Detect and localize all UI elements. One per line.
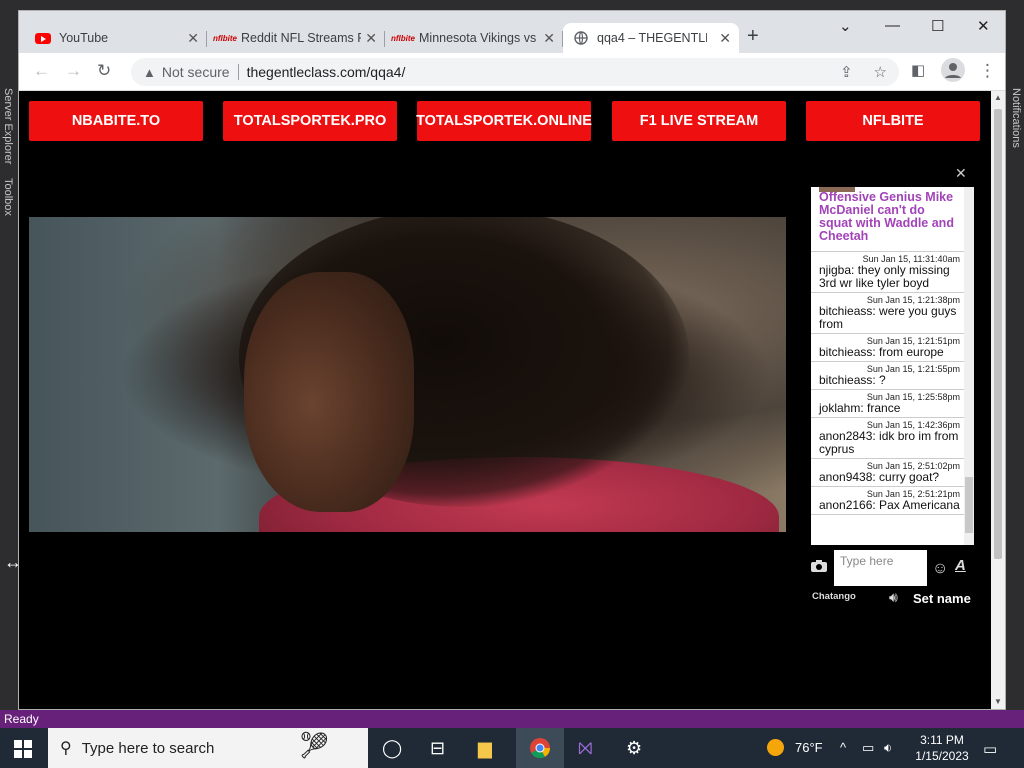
tab-title: Minnesota Vikings vs — [419, 31, 537, 45]
scroll-down-icon[interactable]: ▼ — [994, 697, 1002, 706]
network-icon[interactable]: ▭ — [862, 740, 874, 756]
chrome-taskbar-button[interactable] — [516, 728, 564, 768]
chrome-window: YouTube ✕ nflbite Reddit NFL Streams F ✕… — [18, 10, 1006, 710]
warning-icon[interactable]: ▲ — [143, 65, 156, 80]
chat-close-icon[interactable]: ✕ — [955, 165, 967, 182]
tab-youtube[interactable]: YouTube ✕ — [25, 23, 207, 53]
tab-vikings[interactable]: nflbite Minnesota Vikings vs ✕ — [385, 23, 563, 53]
chat-message: Sun Jan 15, 1:21:55pm bitchieass: ? — [811, 362, 968, 390]
forward-icon[interactable]: → — [65, 61, 82, 81]
security-label[interactable]: Not secure — [162, 64, 230, 80]
set-name-button[interactable]: Set name — [913, 591, 971, 606]
youtube-icon — [35, 30, 51, 46]
close-tab-icon[interactable]: ✕ — [543, 30, 555, 47]
chat-headline[interactable]: Offensive Genius Mike McDaniel can't do … — [811, 187, 968, 252]
profile-icon[interactable] — [941, 58, 965, 87]
tab-title: YouTube — [59, 31, 109, 45]
omnibox-actions: ⇪ ☆ — [840, 63, 887, 81]
visual-studio-icon[interactable]: ⨝ — [578, 738, 593, 759]
back-icon[interactable]: ← — [33, 61, 50, 81]
nav-nbabite-button[interactable]: NBABITE.TO — [29, 101, 203, 141]
chat-message: Sun Jan 15, 1:42:36pm anon2843: idk bro i… — [811, 418, 968, 459]
windows-start-icon[interactable] — [14, 740, 32, 758]
url-text[interactable]: thegentleclass.com/qqa4/ — [247, 64, 406, 80]
speaker-icon[interactable]: 🔊︎ — [889, 589, 898, 606]
video-frame-face — [244, 272, 414, 512]
task-view-icon[interactable]: ◯ — [382, 738, 402, 759]
side-panel-icon[interactable]: ◧ — [911, 61, 925, 79]
chat-input[interactable]: Type here — [834, 550, 927, 586]
volume-icon[interactable]: 🔉︎ — [884, 740, 892, 756]
chat-scrollbar[interactable] — [964, 187, 974, 545]
server-explorer-label[interactable]: Server Explorer — [2, 88, 14, 164]
nflbite-icon: nflbite — [213, 33, 237, 43]
nav-totalsportek-online-button[interactable]: TOTALSPORTEK.ONLINE — [416, 101, 592, 141]
close-window-icon[interactable]: ✕ — [977, 17, 990, 35]
camera-icon[interactable] — [810, 559, 828, 578]
tab-qqa4[interactable]: qqa4 – THEGENTLECL ✕ — [563, 23, 739, 53]
headline-thumbnail — [819, 187, 855, 192]
status-text: Ready — [4, 712, 39, 726]
font-style-button[interactable]: A — [955, 557, 966, 574]
tab-title: Reddit NFL Streams F — [241, 31, 361, 45]
scroll-thumb[interactable] — [994, 109, 1002, 559]
settings-icon[interactable]: ⚙ — [626, 738, 642, 759]
nav-nflbite-button[interactable]: NFLBITE — [806, 101, 980, 141]
emoji-icon[interactable]: ☺ — [932, 560, 948, 578]
system-clock[interactable]: 3:11 PM 1/15/2023 — [912, 732, 972, 764]
vs-right-panel: Notifications — [1006, 0, 1024, 710]
bookmark-star-icon[interactable]: ☆ — [874, 64, 887, 81]
web-page: NBABITE.TO TOTALSPORTEK.PRO TOTALSPORTEK… — [19, 91, 991, 709]
temperature[interactable]: 76°F — [795, 740, 823, 755]
chatango-logo[interactable]: Chatango — [812, 591, 856, 602]
chat-message: Sun Jan 15, 11:31:40am njigba: they only … — [811, 252, 968, 293]
chat-message: Sun Jan 15, 1:25:58pm joklahm: france — [811, 390, 968, 418]
tennis-racket-icon: 🎾︎ — [298, 730, 332, 760]
chat-message: Sun Jan 15, 2:51:02pm anon9438: curry goa… — [811, 459, 968, 487]
desktop: { "host": { "left_panel_labels": ["Serve… — [0, 0, 1024, 768]
tab-strip: YouTube ✕ nflbite Reddit NFL Streams F ✕… — [19, 11, 1005, 53]
divider — [237, 64, 239, 80]
windows-taskbar: ⚲ Type here to search 🎾︎ ◯ ⊟ ▆ ⨝ ⚙ 76°F … — [0, 728, 1024, 768]
widgets-icon[interactable]: ⊟ — [430, 738, 445, 759]
weather-sun-icon[interactable] — [767, 739, 784, 756]
video-player[interactable] — [29, 217, 786, 532]
nflbite-icon: nflbite — [391, 33, 415, 43]
scroll-up-icon[interactable]: ▲ — [994, 93, 1002, 102]
chat-messages[interactable]: Offensive Genius Mike McDaniel can't do … — [811, 187, 968, 545]
vs-status-bar: Ready — [0, 710, 1024, 728]
reload-icon[interactable]: ↻ — [97, 61, 111, 81]
file-explorer-icon[interactable]: ▆ — [478, 738, 492, 759]
chat-message: Sun Jan 15, 2:51:21pm anon2166: Pax Ameri… — [811, 487, 968, 515]
resize-cursor-icon: ↔ — [4, 552, 22, 572]
globe-icon — [573, 30, 589, 46]
chat-message: Sun Jan 15, 1:21:51pm bitchieass: from eu… — [811, 334, 968, 362]
address-bar[interactable]: ▲ Not secure thegentleclass.com/qqa4/ ⇪ … — [131, 58, 899, 86]
close-tab-icon[interactable]: ✕ — [719, 30, 731, 47]
page-scrollbar[interactable]: ▲ ▼ — [991, 91, 1005, 709]
show-hidden-icons[interactable]: ^ — [840, 740, 846, 755]
chat-message: Sun Jan 15, 1:21:38pm bitchieass: were yo… — [811, 293, 968, 334]
close-tab-icon[interactable]: ✕ — [187, 30, 199, 47]
nav-totalsportek-pro-button[interactable]: TOTALSPORTEK.PRO — [223, 101, 397, 141]
close-tab-icon[interactable]: ✕ — [365, 30, 377, 47]
new-tab-icon[interactable]: + — [747, 25, 759, 48]
tab-title: qqa4 – THEGENTLECL — [597, 31, 707, 45]
notifications-label[interactable]: Notifications — [1010, 88, 1022, 148]
search-icon: ⚲ — [60, 740, 72, 757]
taskbar-search[interactable]: ⚲ Type here to search 🎾︎ — [48, 728, 368, 768]
toolbox-label[interactable]: Toolbox — [2, 178, 14, 216]
vs-left-panel: Server Explorer Toolbox — [0, 0, 18, 710]
nav-f1-live-stream-button[interactable]: F1 LIVE STREAM — [612, 101, 786, 141]
tab-search-icon[interactable]: ⌄ — [839, 17, 852, 35]
browser-toolbar: ← → ↻ ▲ Not secure thegentleclass.com/qq… — [19, 53, 1005, 91]
maximize-icon[interactable]: ☐ — [931, 17, 944, 35]
notifications-icon[interactable]: ▭ — [983, 740, 997, 758]
tab-reddit-nfl[interactable]: nflbite Reddit NFL Streams F ✕ — [207, 23, 385, 53]
share-icon[interactable]: ⇪ — [840, 64, 853, 81]
menu-icon[interactable]: ⋮ — [979, 61, 996, 81]
minimize-icon[interactable]: — — [885, 17, 900, 34]
